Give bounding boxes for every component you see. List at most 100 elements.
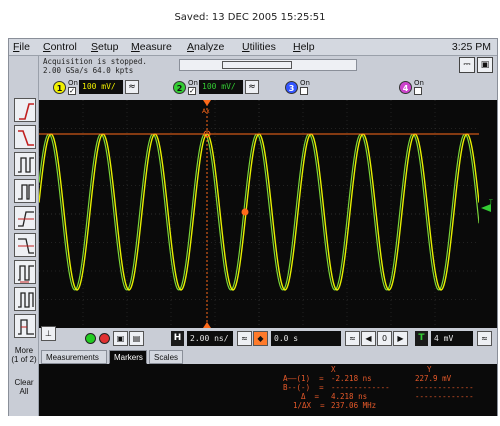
delay-left-button[interactable]: ◀ [361, 331, 376, 346]
channel-2-on-label: On [188, 79, 198, 87]
channel-1-badge[interactable]: 1 [53, 81, 66, 94]
delay-spinner[interactable]: ≈ [345, 331, 360, 346]
trigger-point-marker [241, 208, 249, 216]
clock: 3:25 PM [451, 41, 491, 53]
column-x-header: X [331, 365, 336, 374]
acquisition-status: Acquisition is stopped. 2.00 GSa/s 64.0 … [39, 56, 497, 78]
period-icon [18, 265, 34, 283]
channel-4-checkbox[interactable] [414, 87, 422, 95]
display-options-icon[interactable]: ⊥ [41, 326, 56, 341]
single-trigger-icon[interactable]: ⎓ [459, 57, 475, 73]
left-toolbar: More (1 of 2) Clear All [9, 56, 39, 416]
delta-x: 4.218 ns [331, 392, 368, 401]
rise-time-button[interactable] [14, 206, 36, 230]
period-button[interactable] [14, 260, 36, 284]
duty-cycle-icon [18, 319, 34, 335]
channel-1-on-label: On [68, 79, 78, 87]
trigger-level-field[interactable]: 4 mV [431, 331, 473, 346]
pulse-icon [18, 157, 34, 173]
channel-4-on-label: On [414, 79, 424, 87]
channel-strip: 1 On ✓ 100 mV/ ≈ 2 On ✓ 100 mV/ ≈ 3 On 4… [39, 78, 497, 100]
overview-window[interactable] [222, 61, 292, 69]
single-button[interactable]: ▣ [113, 331, 128, 346]
scope-window: File Control Setup Measure Analyze Utili… [8, 38, 498, 416]
marker-b-y: ------------- [415, 383, 474, 392]
falling-edge-trigger-button[interactable] [14, 125, 36, 149]
menu-utilities[interactable]: Utilities [242, 41, 276, 53]
menu-file[interactable]: File [13, 41, 30, 53]
trigger-level-indicator: T [481, 199, 493, 212]
trigger-level-margin: T [479, 100, 497, 328]
glitch-icon [18, 184, 34, 200]
marker-a-row-label: A——(1) = [283, 374, 324, 383]
menu-setup[interactable]: Setup [91, 41, 118, 53]
inverse-delta-row-label: 1/ΔX = [293, 401, 325, 410]
marker-a-label: Ax [202, 108, 210, 115]
frequency-button[interactable] [14, 287, 36, 311]
delta-row-label: Δ = [301, 392, 320, 401]
trigger-level-spinner[interactable]: ≈ [477, 331, 492, 346]
channel-1-scale-spinner[interactable]: ≈ [125, 80, 139, 94]
column-y-header: Y [427, 365, 432, 374]
more-label: More [14, 346, 34, 355]
sample-rate: 2.00 GSa/s 64.0 kpts [43, 66, 134, 75]
more-button[interactable]: More (1 of 2) [11, 346, 37, 364]
channel-1-scale[interactable]: 100 mV/ [79, 80, 123, 94]
acquisition-state: Acquisition is stopped. [43, 57, 147, 66]
marker-b-row-label: B--(-) = [283, 383, 324, 392]
channel-2-checkbox[interactable]: ✓ [188, 87, 196, 95]
pulse-width-button[interactable] [14, 152, 36, 176]
results-tabs: Measurements Markers Scales [39, 350, 497, 364]
channel-3-on-label: On [300, 79, 310, 87]
delay-zero-button[interactable]: 0 [377, 331, 392, 346]
frequency-icon [18, 292, 34, 308]
delay-field[interactable]: 0.0 s [271, 331, 341, 346]
tab-scales[interactable]: Scales [149, 350, 183, 364]
clear-sub-label: All [19, 387, 29, 396]
timebase-field[interactable]: 2.00 ns/ [187, 331, 233, 346]
menu-measure[interactable]: Measure [131, 41, 172, 53]
delta-y: ------------- [415, 392, 474, 401]
horizontal-label: H [171, 331, 184, 346]
channel-2-scale-spinner[interactable]: ≈ [245, 80, 259, 94]
clear-label: Clear [14, 378, 34, 387]
run-mode-icon[interactable]: ▣ [477, 57, 493, 73]
run-button[interactable] [85, 333, 96, 344]
channel-3-checkbox[interactable] [300, 87, 308, 95]
rising-edge-icon [19, 103, 34, 120]
menu-help[interactable]: Help [293, 41, 315, 53]
delay-marker-icon[interactable]: ◆ [253, 331, 268, 346]
menu-bar: File Control Setup Measure Analyze Utili… [9, 39, 497, 56]
waveform-display[interactable]: Ax [38, 100, 480, 328]
delay-right-button[interactable]: ▶ [393, 331, 408, 346]
more-sub-label: (1 of 2) [11, 355, 37, 364]
clear-all-button[interactable]: Clear All [11, 378, 37, 396]
fall-time-button[interactable] [14, 233, 36, 257]
glitch-trigger-button[interactable] [14, 179, 36, 203]
waveform-overview[interactable] [179, 59, 357, 71]
channel-3-badge[interactable]: 3 [285, 81, 298, 94]
channel-1-checkbox[interactable]: ✓ [68, 87, 76, 95]
fall-time-icon [18, 238, 34, 254]
channel-2-badge[interactable]: 2 [173, 81, 186, 94]
marker-a-y: 227.9 mV [415, 374, 452, 383]
tab-markers[interactable]: Markers [109, 350, 147, 364]
inverse-delta-x: 237.06 MHz [331, 401, 377, 410]
marker-b-x: ------------- [331, 383, 390, 392]
channel-2-scale[interactable]: 100 mV/ [199, 80, 243, 94]
menu-control[interactable]: Control [43, 41, 77, 53]
duty-cycle-button[interactable] [14, 314, 36, 338]
channel-4-badge[interactable]: 4 [399, 81, 412, 94]
rising-edge-trigger-button[interactable] [14, 98, 36, 122]
menu-analyze[interactable]: Analyze [187, 41, 224, 53]
timebase-spinner[interactable]: ≈ [237, 331, 252, 346]
tab-measurements[interactable]: Measurements [41, 350, 107, 364]
stop-button[interactable] [99, 333, 110, 344]
marker-a-bottom-handle[interactable] [203, 322, 211, 328]
marker-a-top-handle[interactable] [203, 100, 211, 106]
marker-a-x: -2.218 ns [331, 374, 372, 383]
saved-caption: Saved: 13 DEC 2005 15:25:51 [174, 12, 326, 23]
autoscale-button[interactable]: ▤ [129, 331, 144, 346]
marker-readout: X Y A——(1) = -2.218 ns 227.9 mV B--(-) =… [39, 364, 497, 416]
rise-time-icon [18, 211, 34, 227]
